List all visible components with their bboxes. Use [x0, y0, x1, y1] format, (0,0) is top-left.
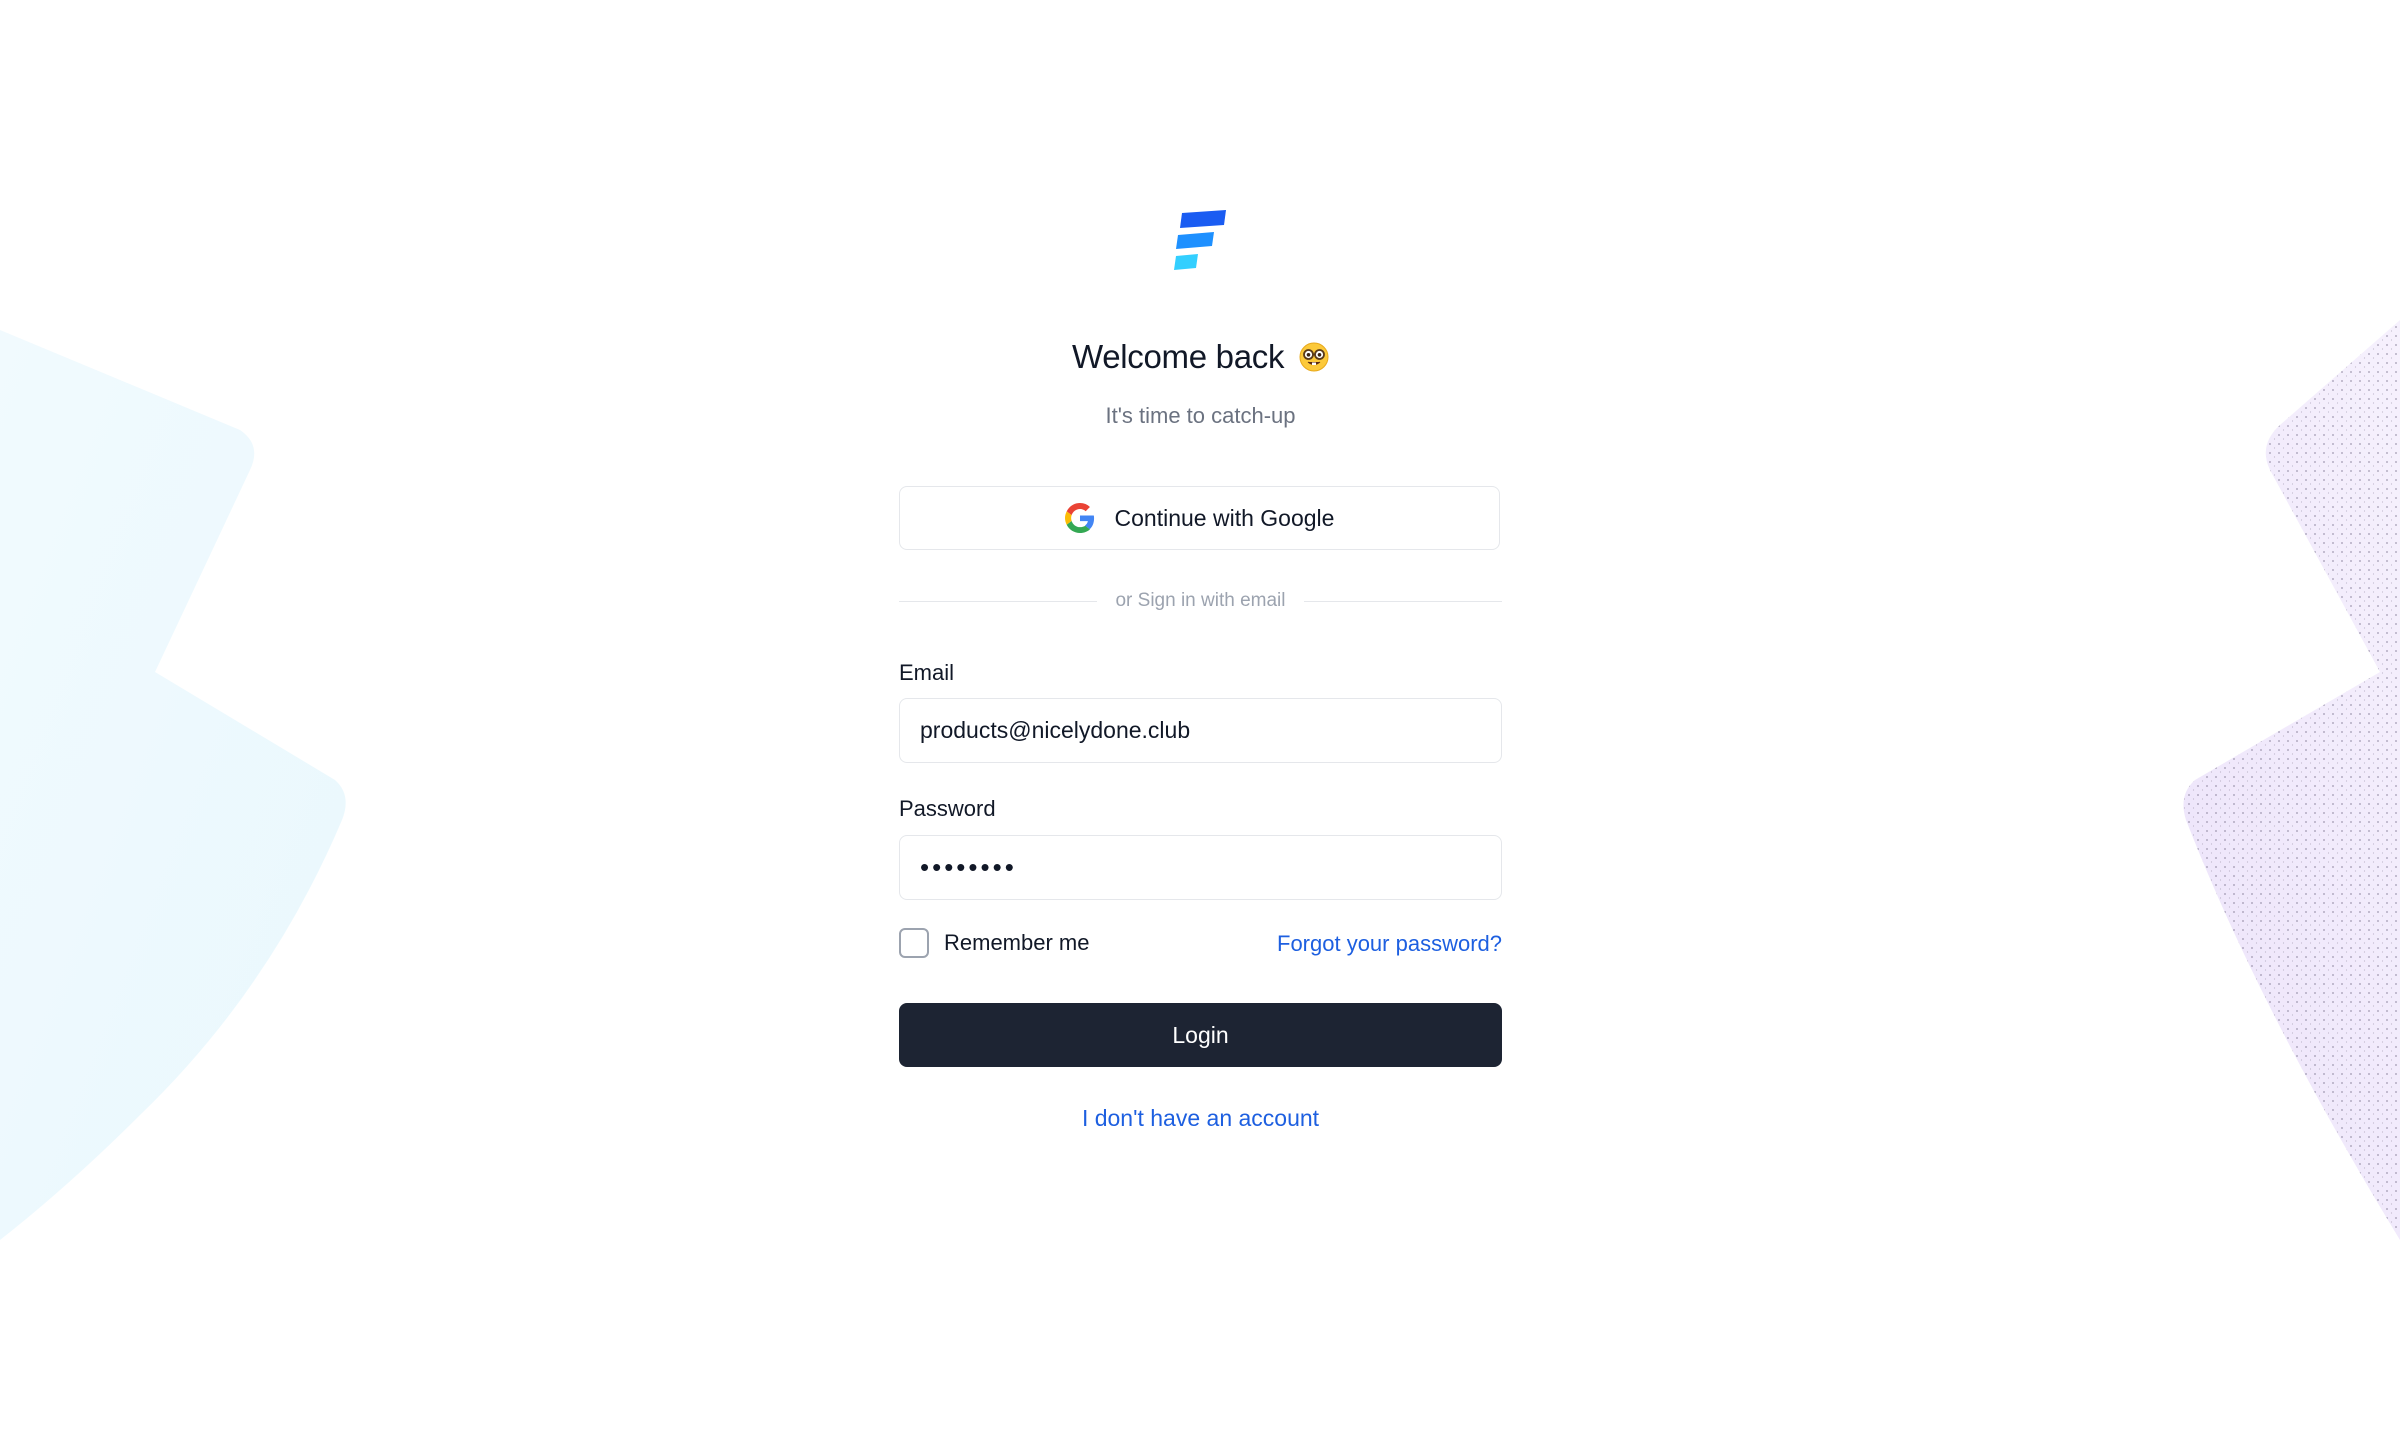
- google-icon: [1064, 503, 1094, 533]
- continue-with-google-button[interactable]: Continue with Google: [899, 486, 1500, 550]
- signup-row: I don't have an account: [899, 1105, 1502, 1132]
- forgot-password-link[interactable]: Forgot your password?: [1277, 931, 1502, 957]
- password-input[interactable]: [899, 835, 1502, 900]
- password-label: Password: [899, 796, 996, 821]
- divider-line-left: [899, 600, 1098, 602]
- remember-me-checkbox[interactable]: [899, 928, 929, 958]
- welcome-title: Welcome back: [1071, 338, 1285, 375]
- divider-line-right: [1303, 600, 1502, 602]
- login-button[interactable]: Login: [899, 1003, 1502, 1067]
- page-subtitle: It's time to catch-up: [1105, 403, 1296, 428]
- background-decoration-right: [2183, 320, 2400, 1240]
- background-decoration-left: [0, 330, 346, 1240]
- remember-me-control[interactable]: Remember me: [899, 928, 1089, 958]
- email-input[interactable]: [899, 698, 1502, 763]
- remember-me-label: Remember me: [944, 930, 1090, 955]
- email-label: Email: [899, 660, 955, 685]
- page-title: Welcome back: [899, 338, 1502, 376]
- google-button-label: Continue with Google: [1114, 504, 1335, 531]
- stacked-bars-logo-icon: [1174, 210, 1226, 270]
- divider-text: or Sign in with email: [1115, 590, 1286, 611]
- nerd-face-emoji-icon: [1299, 342, 1329, 372]
- no-account-link[interactable]: I don't have an account: [1082, 1105, 1319, 1131]
- email-divider: or Sign in with email: [899, 590, 1502, 612]
- login-page: Welcome back It's time to catch-up Conti…: [0, 0, 2400, 1450]
